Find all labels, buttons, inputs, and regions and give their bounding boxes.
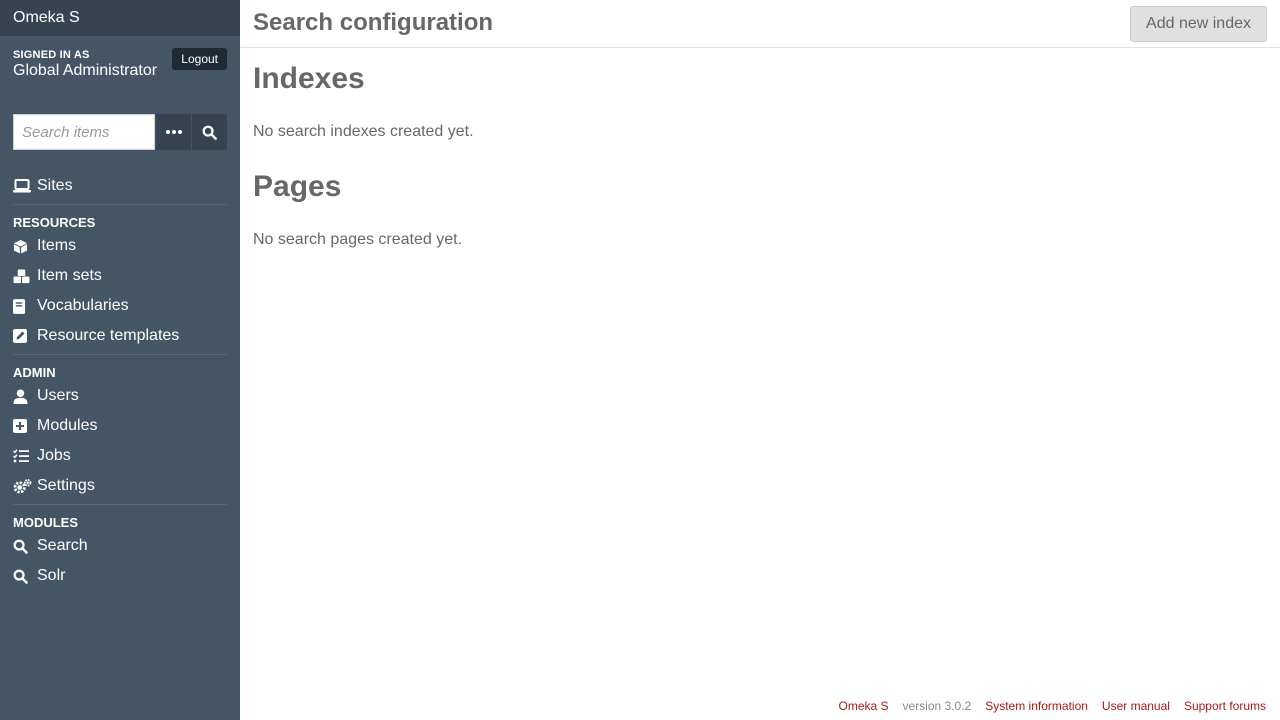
logout-button[interactable]: Logout [172, 48, 227, 70]
sidebar-item-label: Jobs [37, 447, 71, 464]
modules-heading: MODULES [13, 515, 78, 530]
user-icon [13, 388, 37, 404]
footer-support-forums-link[interactable]: Support forums [1184, 699, 1266, 713]
search-icon [13, 569, 37, 584]
sidebar-item-search[interactable]: Search [13, 533, 88, 559]
book-icon [13, 298, 37, 314]
sidebar-item-solr[interactable]: Solr [13, 563, 65, 589]
indexes-heading: Indexes [253, 62, 365, 95]
sidebar-divider [13, 504, 227, 505]
sidebar: Omeka S SIGNED IN AS Global Administrato… [0, 0, 240, 720]
sidebar-item-items[interactable]: Items [13, 233, 76, 259]
search-icon [13, 539, 37, 554]
sidebar-item-label: Item sets [37, 267, 102, 284]
plus-square-icon [13, 419, 37, 433]
sidebar-item-label: Modules [37, 417, 98, 434]
page-header: Search configuration Add new index [240, 0, 1280, 48]
resources-heading: RESOURCES [13, 215, 96, 230]
tasks-icon [13, 449, 37, 463]
laptop-icon [13, 179, 37, 193]
footer-system-info-link[interactable]: System information [985, 699, 1088, 713]
sidebar-item-modules[interactable]: Modules [13, 413, 97, 439]
sidebar-search [13, 114, 227, 150]
sidebar-item-users[interactable]: Users [13, 383, 79, 409]
search-submit-button[interactable] [191, 114, 227, 150]
footer-user-manual-link[interactable]: User manual [1102, 699, 1170, 713]
sidebar-item-jobs[interactable]: Jobs [13, 443, 71, 469]
admin-heading: ADMIN [13, 365, 56, 380]
brand-link[interactable]: Omeka S [0, 0, 240, 36]
add-new-index-button[interactable]: Add new index [1130, 6, 1267, 42]
sidebar-item-label: Settings [37, 477, 95, 494]
edit-square-icon [13, 329, 37, 343]
sidebar-item-label: Search [37, 537, 88, 554]
advanced-search-button[interactable] [155, 114, 191, 150]
sidebar-item-settings[interactable]: Settings [13, 473, 95, 499]
sidebar-item-label: Users [37, 387, 79, 404]
pages-empty-message: No search pages created yet. [253, 231, 463, 248]
sidebar-item-label: Vocabularies [37, 297, 129, 314]
cube-icon [13, 239, 37, 254]
sidebar-item-resource-templates[interactable]: Resource templates [13, 323, 179, 349]
cubes-icon [13, 268, 37, 284]
footer: Omeka S version 3.0.2 System information… [838, 699, 1266, 713]
sidebar-divider [13, 354, 227, 355]
sidebar-item-label: Items [37, 237, 77, 254]
sidebar-item-label: Sites [37, 177, 73, 194]
sidebar-item-sites[interactable]: Sites [13, 173, 73, 199]
footer-omeka-link[interactable]: Omeka S [838, 699, 888, 713]
indexes-empty-message: No search indexes created yet. [253, 123, 474, 140]
sidebar-item-label: Resource templates [37, 327, 180, 344]
pages-heading: Pages [253, 170, 342, 203]
search-input[interactable] [13, 114, 155, 150]
sidebar-divider [13, 204, 227, 205]
sidebar-item-vocabularies[interactable]: Vocabularies [13, 293, 129, 319]
page-title: Search configuration [253, 9, 494, 36]
sidebar-item-item-sets[interactable]: Item sets [13, 263, 102, 289]
cogs-icon [13, 478, 37, 494]
ellipsis-icon [165, 130, 182, 134]
user-bar: SIGNED IN AS Global Administrator Logout [0, 36, 240, 92]
footer-version: version 3.0.2 [902, 699, 972, 713]
sidebar-item-label: Solr [37, 567, 66, 584]
search-icon [202, 125, 217, 140]
